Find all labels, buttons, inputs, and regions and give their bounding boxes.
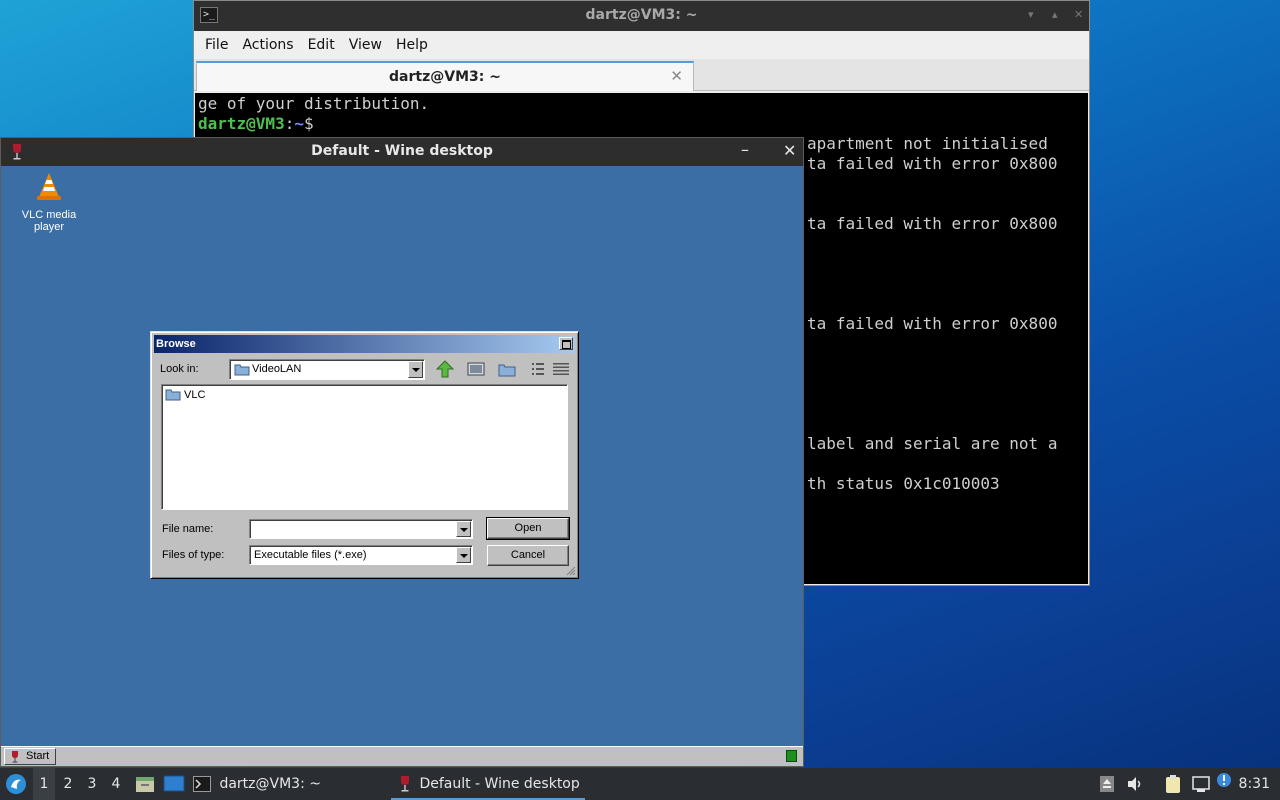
details-view-icon[interactable] <box>550 359 572 379</box>
prompt-symbol: $ <box>303 114 314 133</box>
terminal-icon <box>193 776 211 792</box>
close-icon[interactable]: ✕ <box>1074 8 1083 21</box>
clipboard-icon[interactable] <box>1163 774 1183 794</box>
chevron-down-icon[interactable] <box>408 361 423 378</box>
look-in-value: VideoLAN <box>252 363 302 375</box>
prompt-separator: : <box>284 114 295 133</box>
prompt-user: dartz@VM3 <box>198 114 285 133</box>
terminal-title: dartz@VM3: ~ <box>585 7 698 23</box>
menu-file[interactable]: File <box>198 37 235 53</box>
network-icon[interactable] <box>1191 774 1211 794</box>
minimize-icon[interactable]: – <box>741 140 749 159</box>
terminal-line: ta failed with error 0x800 <box>807 154 1058 173</box>
notification-icon[interactable] <box>1216 772 1232 788</box>
menu-view[interactable]: View <box>342 37 389 53</box>
menu-actions[interactable]: Actions <box>235 37 300 53</box>
bottom-panel: 1 2 3 4 dartz@VM3: ~ Default - Wine desk… <box>0 768 1280 800</box>
chevron-down-icon[interactable] <box>456 547 471 563</box>
terminal-line: ge of your distribution. <box>198 94 430 113</box>
desktop-icon[interactable] <box>465 359 487 379</box>
new-folder-icon[interactable] <box>496 359 518 379</box>
task-wine-label: Default - Wine desktop <box>419 776 580 792</box>
terminal-tab[interactable]: dartz@VM3: ~ ✕ <box>196 61 694 91</box>
file-item-label: VLC <box>184 388 206 401</box>
files-of-type-label: Files of type: <box>162 549 225 561</box>
list-view-icon[interactable] <box>527 359 549 379</box>
terminal-line: ta failed with error 0x800 <box>807 314 1058 333</box>
file-manager-icon[interactable] <box>135 774 155 794</box>
open-button[interactable]: Open <box>486 517 570 540</box>
look-in-label: Look in: <box>160 363 199 375</box>
start-button[interactable]: Start <box>4 748 56 765</box>
terminal-titlebar[interactable]: >_ dartz@VM3: ~ ▾ ▴ ✕ <box>194 1 1089 31</box>
task-terminal[interactable]: dartz@VM3: ~ <box>193 768 321 800</box>
clock[interactable]: 8:31 <box>1239 768 1270 800</box>
vlc-icon-label: VLC media player <box>21 209 77 233</box>
browse-dialog[interactable]: Browse Look in: VideoLAN VLC File name: … <box>150 331 579 579</box>
up-folder-icon[interactable] <box>434 359 456 379</box>
maximize-icon[interactable]: ▴ <box>1052 8 1058 21</box>
file-list[interactable]: VLC <box>161 384 568 510</box>
folder-icon <box>165 389 181 401</box>
cancel-button[interactable]: Cancel <box>487 545 569 566</box>
maximize-icon[interactable] <box>559 337 573 350</box>
removable-media-icon[interactable] <box>1099 775 1115 793</box>
terminal-line: th status 0x1c010003 <box>807 474 1000 493</box>
vlc-cone-icon <box>37 173 61 200</box>
wine-title: Default - Wine desktop <box>311 143 493 159</box>
desktop-switch-2[interactable]: 2 <box>57 768 79 800</box>
terminal-prompt: dartz@VM3:~$ <box>198 114 314 133</box>
tab-close-icon[interactable]: ✕ <box>670 67 683 85</box>
app-menu-icon[interactable] <box>5 773 27 795</box>
terminal-line: apartment not initialised <box>807 134 1048 153</box>
look-in-combo[interactable]: VideoLAN <box>229 359 425 380</box>
terminal-tabbar: dartz@VM3: ~ ✕ <box>194 59 1089 91</box>
volume-icon[interactable] <box>1126 775 1144 793</box>
file-name-field[interactable] <box>249 519 473 539</box>
desktop-switch-1[interactable]: 1 <box>33 768 55 800</box>
terminal-menubar: File Actions Edit View Help <box>194 31 1089 59</box>
minimize-icon[interactable]: ▾ <box>1028 8 1034 21</box>
folder-icon <box>234 364 250 376</box>
menu-edit[interactable]: Edit <box>301 37 342 53</box>
wine-glass-icon <box>12 751 18 763</box>
file-name-label: File name: <box>162 523 214 535</box>
wine-desktop-window[interactable]: Default - Wine desktop – ✕ VLC media pla… <box>0 137 804 767</box>
terminal-line: ta failed with error 0x800 <box>807 214 1058 233</box>
browse-titlebar[interactable]: Browse <box>154 335 575 353</box>
files-of-type-select[interactable]: Executable files (*.exe) <box>249 545 473 565</box>
vlc-desktop-icon[interactable]: VLC media player <box>16 171 82 233</box>
wine-taskbar: Start <box>1 746 803 766</box>
show-desktop-icon[interactable] <box>163 775 185 793</box>
close-icon[interactable]: ✕ <box>783 141 796 160</box>
terminal-line: label and serial are not a <box>807 434 1058 453</box>
task-wine-desktop[interactable]: Default - Wine desktop <box>391 768 585 800</box>
tray-indicator[interactable] <box>786 750 797 762</box>
start-label: Start <box>26 750 50 762</box>
list-item[interactable]: VLC <box>165 388 205 401</box>
desktop-switch-3[interactable]: 3 <box>81 768 103 800</box>
terminal-tab-label: dartz@VM3: ~ <box>389 69 501 85</box>
wine-titlebar[interactable]: Default - Wine desktop – ✕ <box>1 138 803 166</box>
prompt-path: ~ <box>294 114 304 133</box>
menu-help[interactable]: Help <box>389 37 435 53</box>
resize-grip-icon[interactable] <box>566 566 576 576</box>
browse-title: Browse <box>156 338 196 350</box>
task-terminal-label: dartz@VM3: ~ <box>219 776 321 792</box>
chevron-down-icon[interactable] <box>456 521 471 537</box>
wine-glass-icon <box>401 776 409 792</box>
files-of-type-value: Executable files (*.exe) <box>254 549 367 561</box>
desktop-switch-4[interactable]: 4 <box>105 768 127 800</box>
